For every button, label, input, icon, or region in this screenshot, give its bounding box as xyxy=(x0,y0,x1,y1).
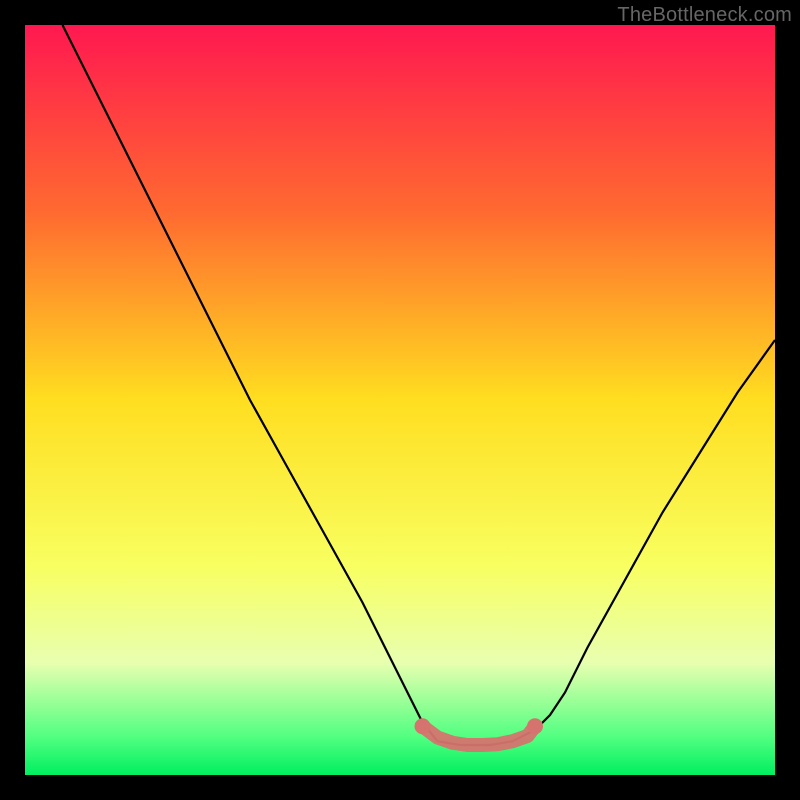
gradient-background xyxy=(25,25,775,775)
watermark-text: TheBottleneck.com xyxy=(617,4,792,27)
chart-frame xyxy=(25,25,775,775)
bottleneck-chart xyxy=(25,25,775,775)
